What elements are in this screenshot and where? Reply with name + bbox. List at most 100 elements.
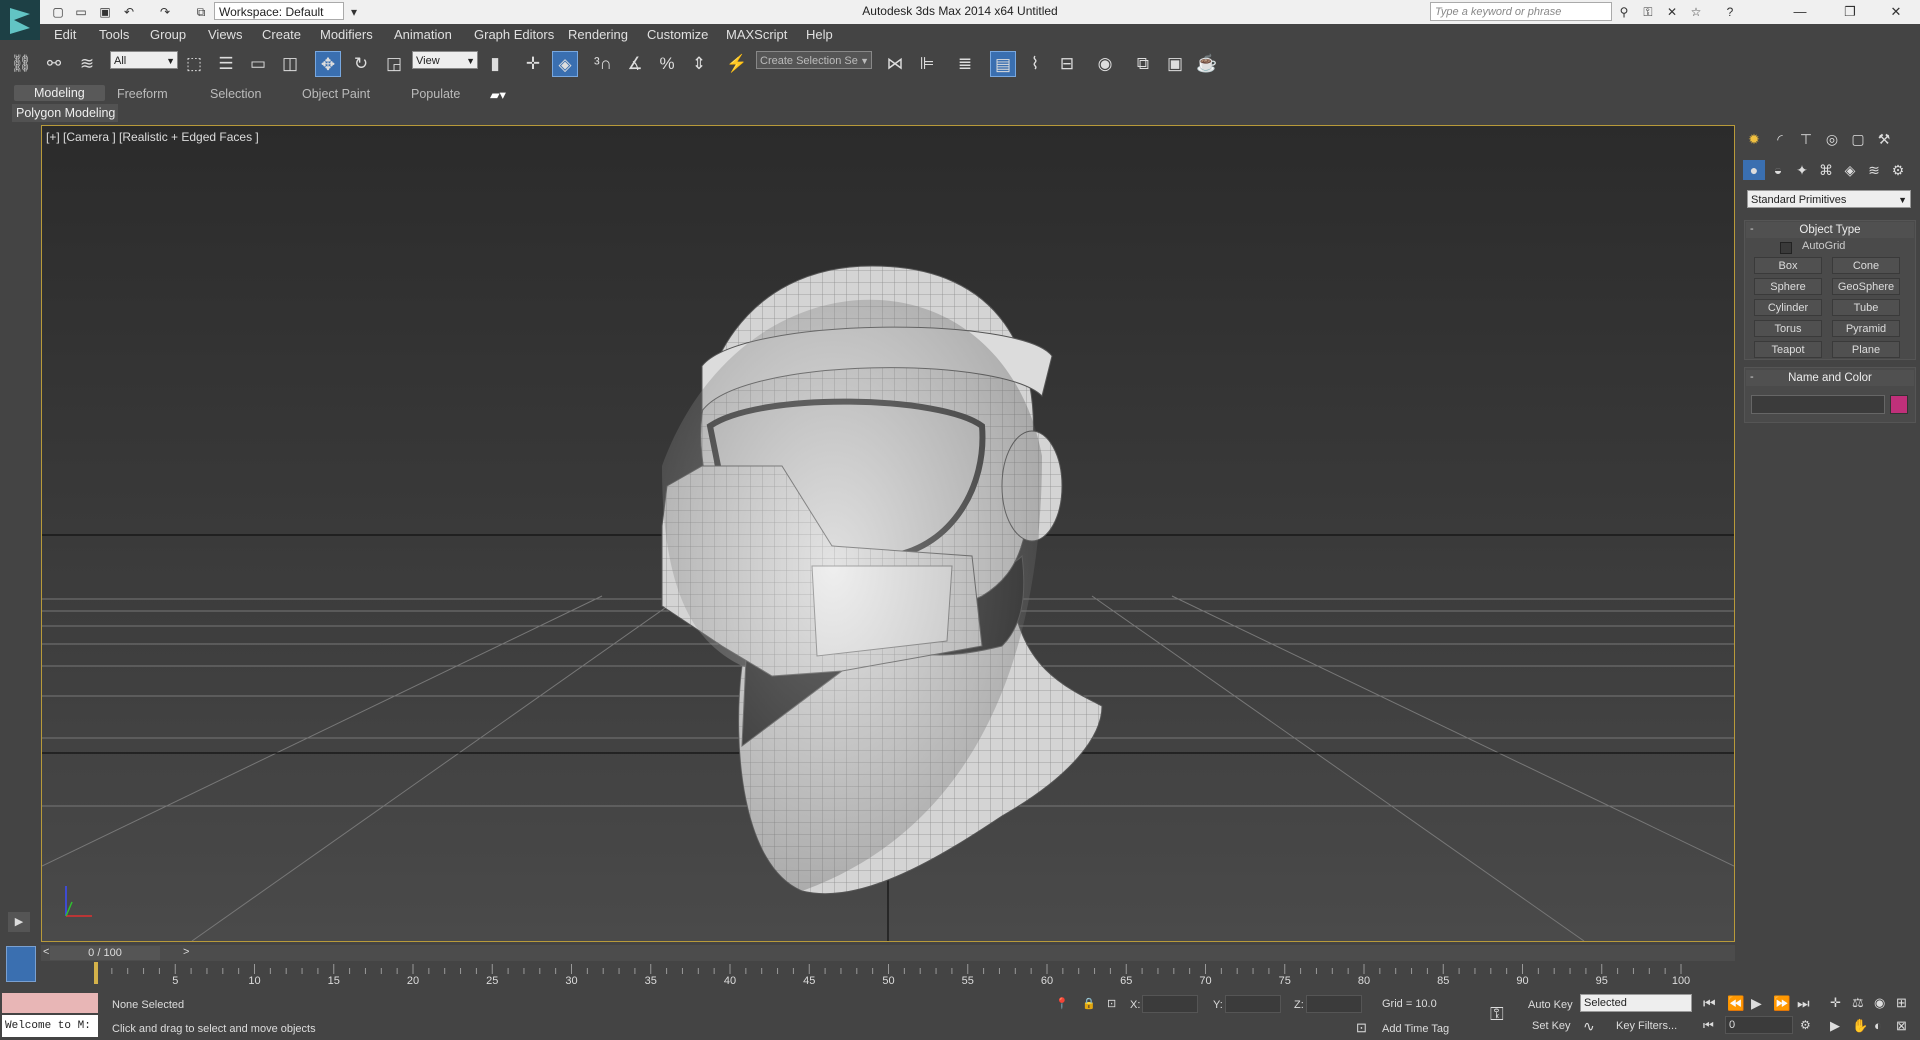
name-and-color-header[interactable]: Name and Color bbox=[1746, 370, 1914, 386]
maxscript-listener-output[interactable] bbox=[2, 993, 98, 1013]
key-mode-toggle-icon[interactable]: ⏮ bbox=[1703, 1018, 1714, 1033]
selection-filter-dropdown[interactable]: All ▼ bbox=[110, 51, 178, 69]
set-key-button[interactable]: Set Key bbox=[1532, 1020, 1571, 1032]
go-to-end-icon[interactable]: ⏭ bbox=[1797, 995, 1810, 1012]
graphite-modeling-tools-icon[interactable]: ▤ bbox=[990, 51, 1016, 77]
menu-rendering[interactable]: Rendering bbox=[568, 27, 628, 42]
select-and-rotate-icon[interactable]: ↻ bbox=[348, 51, 374, 77]
menu-edit[interactable]: Edit bbox=[54, 27, 76, 42]
project-folder-icon[interactable]: ⧉ bbox=[193, 4, 209, 20]
communication-icon[interactable]: ✕ bbox=[1664, 4, 1680, 20]
orbit-icon[interactable]: ◐ bbox=[1874, 1018, 1882, 1033]
tab-populate[interactable]: Populate bbox=[411, 87, 460, 101]
select-and-scale-icon[interactable]: ◲ bbox=[381, 51, 407, 77]
mini-listener-toggle[interactable] bbox=[6, 946, 36, 982]
sphere-button[interactable]: Sphere bbox=[1754, 278, 1822, 295]
schematic-view-icon[interactable]: ⊟ bbox=[1054, 51, 1080, 77]
menu-customize[interactable]: Customize bbox=[647, 27, 708, 42]
object-type-header[interactable]: Object Type bbox=[1746, 222, 1914, 238]
save-file-icon[interactable]: ▣ bbox=[97, 4, 113, 20]
hierarchy-tab-icon[interactable]: ⊤ bbox=[1795, 129, 1817, 149]
y-coordinate-field[interactable] bbox=[1225, 995, 1281, 1013]
named-selection-dropdown[interactable]: Create Selection Se ▼ bbox=[756, 51, 872, 69]
workspace-dropdown[interactable]: Workspace: Default bbox=[214, 2, 344, 20]
geosphere-button[interactable]: GeoSphere bbox=[1832, 278, 1900, 295]
subscription-icon[interactable]: ⚿ bbox=[1640, 4, 1656, 20]
zoom-all-icon[interactable]: ⚖ bbox=[1852, 995, 1864, 1011]
new-file-icon[interactable]: ▢ bbox=[50, 4, 66, 20]
restore-button[interactable]: ❐ bbox=[1830, 0, 1870, 24]
helpers-icon[interactable]: ◈ bbox=[1839, 160, 1861, 180]
help-icon[interactable]: ? bbox=[1722, 4, 1738, 20]
select-object-icon[interactable]: ⬚ bbox=[181, 51, 207, 77]
mirror-icon[interactable]: ⋈ bbox=[882, 51, 908, 77]
tube-button[interactable]: Tube bbox=[1832, 299, 1900, 316]
keyboard-shortcut-override-icon[interactable]: ◈ bbox=[552, 51, 578, 77]
isolate-selection-icon[interactable]: 📍 bbox=[1055, 997, 1069, 1010]
plane-button[interactable]: Plane bbox=[1832, 341, 1900, 358]
display-tab-icon[interactable]: ▢ bbox=[1847, 129, 1869, 149]
select-and-manipulate-icon[interactable]: ✛ bbox=[520, 51, 546, 77]
menu-views[interactable]: Views bbox=[208, 27, 242, 42]
prev-frame-button[interactable]: < bbox=[43, 946, 49, 958]
motion-tab-icon[interactable]: ◎ bbox=[1821, 129, 1843, 149]
bind-to-space-warp-icon[interactable]: ≋ bbox=[74, 51, 100, 77]
time-tag-icon[interactable]: ⊡ bbox=[1356, 1020, 1367, 1036]
lock-selection-icon[interactable]: 🔒 bbox=[1082, 997, 1096, 1010]
percent-snap-icon[interactable]: % bbox=[654, 51, 680, 77]
open-file-icon[interactable]: ▭ bbox=[73, 4, 89, 20]
object-color-swatch[interactable] bbox=[1890, 395, 1908, 414]
viewport-camera[interactable]: [+] [Camera ] [Realistic + Edged Faces ] bbox=[41, 125, 1735, 942]
zoom-icon[interactable]: ✛ bbox=[1830, 995, 1841, 1011]
tab-object-paint[interactable]: Object Paint bbox=[302, 87, 370, 101]
binoculars-icon[interactable]: ⚲ bbox=[1616, 4, 1632, 20]
x-coordinate-field[interactable] bbox=[1142, 995, 1198, 1013]
render-production-icon[interactable]: ☕ bbox=[1194, 51, 1220, 77]
next-frame-icon[interactable]: ⏩ bbox=[1773, 995, 1790, 1012]
pyramid-button[interactable]: Pyramid bbox=[1832, 320, 1900, 337]
object-name-input[interactable] bbox=[1751, 395, 1885, 414]
align-icon[interactable]: ⊫ bbox=[914, 51, 940, 77]
time-configuration-icon[interactable]: ⚙ bbox=[1800, 1018, 1811, 1032]
add-time-tag[interactable]: Add Time Tag bbox=[1382, 1023, 1449, 1035]
snaps-toggle-icon[interactable]: ³∩ bbox=[590, 51, 616, 77]
time-slider-knob[interactable]: 0 / 100 bbox=[50, 946, 160, 960]
box-button[interactable]: Box bbox=[1754, 257, 1822, 274]
key-filters-button[interactable]: Key Filters... bbox=[1616, 1020, 1677, 1032]
field-of-view-icon[interactable]: ◉ bbox=[1874, 995, 1885, 1011]
auto-key-button[interactable]: Auto Key bbox=[1528, 999, 1573, 1011]
tab-freeform[interactable]: Freeform bbox=[117, 87, 168, 101]
lights-icon[interactable]: ✦ bbox=[1791, 160, 1813, 180]
menu-graph-editors[interactable]: Graph Editors bbox=[474, 27, 554, 42]
previous-frame-icon[interactable]: ⏪ bbox=[1727, 995, 1744, 1012]
cameras-icon[interactable]: ⌘ bbox=[1815, 160, 1837, 180]
cylinder-button[interactable]: Cylinder bbox=[1754, 299, 1822, 316]
edit-named-selection-icon[interactable]: ⚡ bbox=[724, 51, 750, 77]
z-coordinate-field[interactable] bbox=[1306, 995, 1362, 1013]
app-logo[interactable] bbox=[0, 0, 40, 40]
polygon-modeling-panel[interactable]: Polygon Modeling bbox=[12, 104, 118, 122]
menu-tools[interactable]: Tools bbox=[99, 27, 129, 42]
rectangular-selection-icon[interactable]: ▭ bbox=[245, 51, 271, 77]
pan-icon[interactable]: ✋ bbox=[1852, 1018, 1868, 1034]
rendered-frame-window-icon[interactable]: ▣ bbox=[1162, 51, 1188, 77]
dolly-icon[interactable]: ▶ bbox=[1830, 1018, 1840, 1034]
search-input[interactable]: Type a keyword or phrase bbox=[1430, 2, 1612, 21]
minimize-button[interactable]: — bbox=[1780, 0, 1820, 24]
systems-icon[interactable]: ⚙ bbox=[1887, 160, 1909, 180]
time-slider[interactable]: < 0 / 100 > bbox=[41, 945, 1735, 961]
select-and-link-icon[interactable]: ⛓ bbox=[8, 51, 34, 77]
collapse-icon[interactable]: - bbox=[1750, 223, 1754, 235]
redo-icon[interactable]: ↷ bbox=[157, 4, 173, 20]
key-curve-icon[interactable]: ∿ bbox=[1583, 1018, 1595, 1035]
space-warps-icon[interactable]: ≋ bbox=[1863, 160, 1885, 180]
torus-button[interactable]: Torus bbox=[1754, 320, 1822, 337]
material-editor-icon[interactable]: ◉ bbox=[1092, 51, 1118, 77]
favorites-star-icon[interactable]: ☆ bbox=[1688, 4, 1704, 20]
time-cursor[interactable] bbox=[94, 962, 98, 984]
next-frame-button[interactable]: > bbox=[183, 946, 189, 958]
spinner-snap-icon[interactable]: ⇕ bbox=[686, 51, 712, 77]
select-and-move-icon[interactable]: ✥ bbox=[315, 51, 341, 77]
tab-modeling[interactable]: Modeling bbox=[14, 85, 105, 101]
primitive-category-dropdown[interactable]: Standard Primitives ▼ bbox=[1747, 190, 1911, 208]
